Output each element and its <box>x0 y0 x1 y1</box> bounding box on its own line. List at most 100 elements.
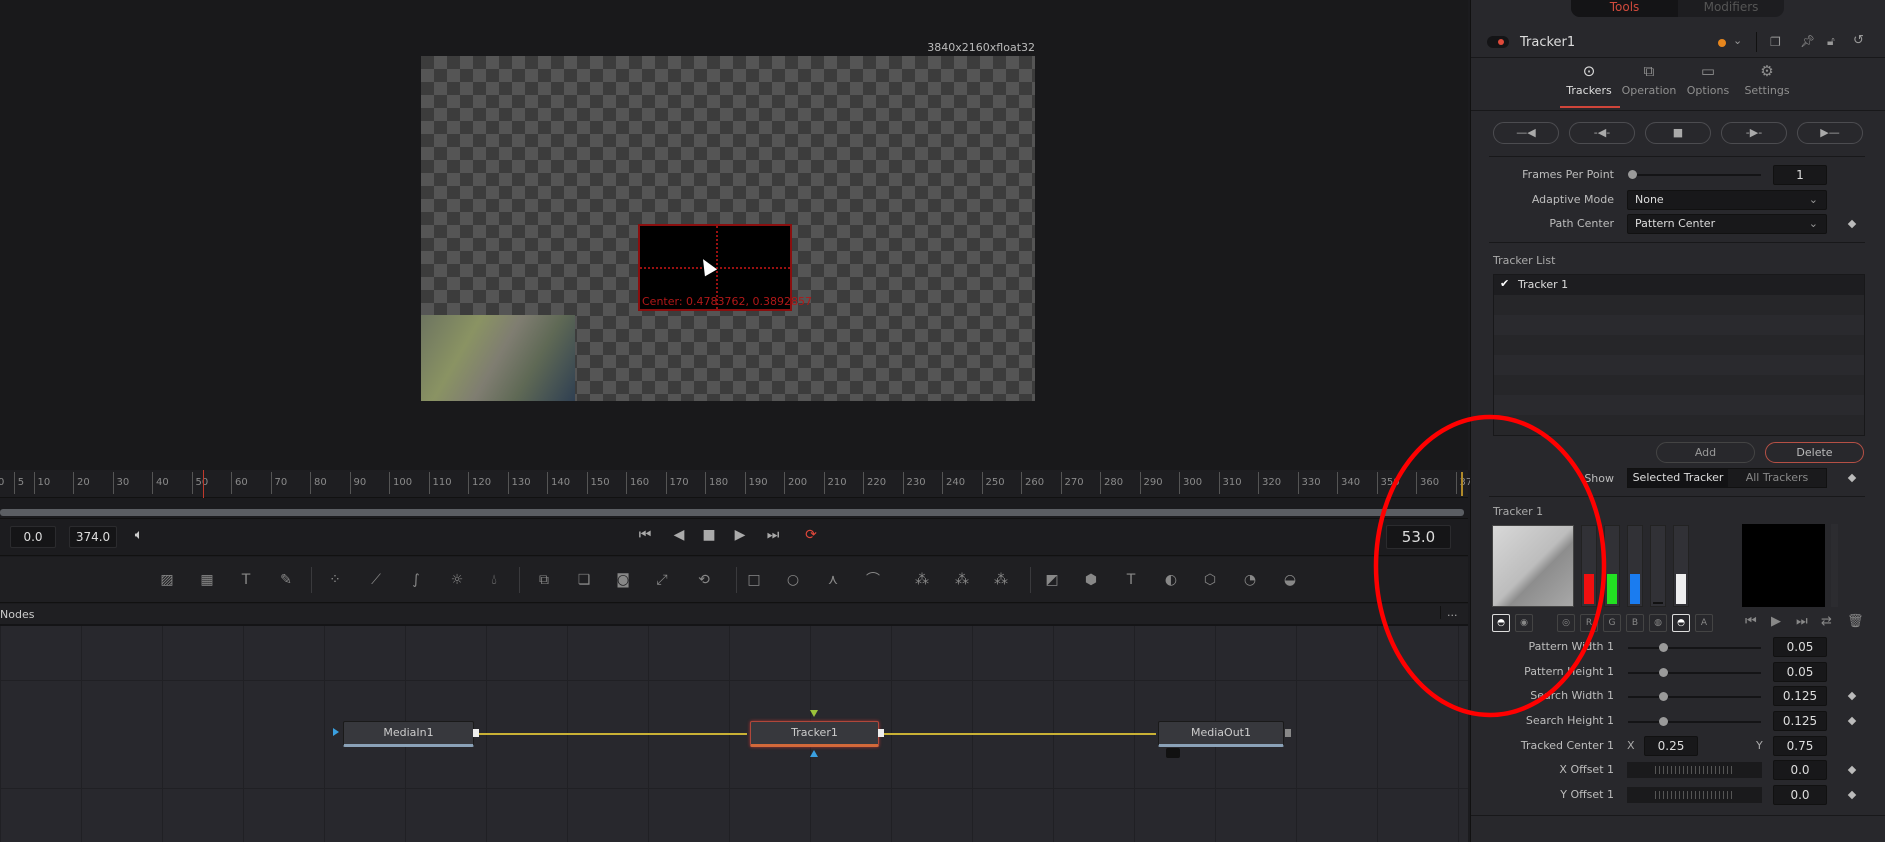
step-back-icon[interactable]: ⏮︎ <box>1745 614 1757 629</box>
track-reverse-button[interactable]: -◀- <box>1569 122 1635 144</box>
output-port[interactable] <box>878 729 884 737</box>
brightness-contrast-tool-icon[interactable]: ∫ <box>405 570 427 590</box>
fog3d-tool-icon[interactable]: ◒ <box>1279 570 1301 590</box>
tool-enable-toggle[interactable] <box>1487 36 1509 48</box>
keyframe-diamond-icon[interactable] <box>1847 790 1857 800</box>
step-forward-icon[interactable]: ⏭︎ <box>1796 614 1808 629</box>
node-mediaout1[interactable]: MediaOut1 <box>1158 721 1284 747</box>
search-height-field[interactable]: 0.125 <box>1773 711 1827 731</box>
reset-icon[interactable]: ↺ <box>1853 33 1864 48</box>
merge3d-tool-icon[interactable]: ⬢ <box>1080 570 1102 590</box>
shape3d-tool-icon[interactable]: ◩ <box>1041 570 1063 590</box>
resize-tool-icon[interactable]: ⟲ <box>693 570 715 590</box>
trash-icon[interactable]: 🗑︎ <box>1847 614 1864 629</box>
camera3d-tool-icon[interactable]: ⬡ <box>1199 570 1221 590</box>
pattern-width-slider[interactable] <box>1628 643 1761 652</box>
global-start-field[interactable]: 0.0 <box>10 526 56 548</box>
path-center-dropdown[interactable]: Pattern Center ⌄ <box>1627 214 1827 234</box>
search-height-slider[interactable] <box>1628 717 1761 726</box>
go-to-end-button[interactable]: ⏭︎ <box>761 527 785 543</box>
tab-tools[interactable]: Tools <box>1571 0 1678 17</box>
time-scrollbar[interactable] <box>0 509 1464 516</box>
adaptive-mode-dropdown[interactable]: None ⌄ <box>1627 190 1827 210</box>
channel-b-button[interactable]: B <box>1626 614 1644 632</box>
chevron-down-icon[interactable]: ⌄ <box>1733 34 1742 47</box>
keyframe-diamond-icon[interactable] <box>1847 765 1857 775</box>
play-button[interactable]: ▶ <box>728 527 752 543</box>
global-end-field[interactable]: 374.0 <box>69 526 117 548</box>
show-toggle[interactable]: Selected Tracker All Trackers <box>1627 468 1827 488</box>
transform-tool-icon[interactable]: ⤢ <box>651 570 673 590</box>
pin-icon[interactable]: 📌︎ <box>1800 34 1815 48</box>
tab-trackers[interactable]: ⊙ Trackers <box>1559 62 1619 97</box>
timeline-ruler[interactable]: 0 5 10 20 30 40 50 60 70 80 90 100 110 120 130 140 150 16… <box>0 470 1479 498</box>
keyframe-diamond-icon[interactable] <box>1847 716 1857 726</box>
merge-tool-icon[interactable]: ⧉ <box>533 570 555 590</box>
spotlight-tool-icon[interactable]: ◔ <box>1239 570 1261 590</box>
y-offset-thumbwheel[interactable] <box>1627 787 1762 803</box>
luma-view-button[interactable]: ◓ <box>1492 614 1510 632</box>
track-forward-button[interactable]: -▶- <box>1721 122 1787 144</box>
fast-noise-tool-icon[interactable]: ▦ <box>196 570 218 590</box>
luma-channel-button[interactable]: ◍ <box>1649 614 1667 632</box>
rgb-channel-button[interactable]: ◎ <box>1557 614 1575 632</box>
track-forward-from-start-button[interactable]: ▶— <box>1797 122 1863 144</box>
mask-input-icon[interactable] <box>810 710 818 717</box>
pattern-width-field[interactable]: 0.05 <box>1773 637 1827 657</box>
blur-tool-icon[interactable]: 💧︎ <box>483 570 505 590</box>
audio-icon[interactable]: 🔈︎ <box>127 527 151 543</box>
stop-tracking-button[interactable]: ■ <box>1645 122 1711 144</box>
playhead[interactable] <box>203 470 205 498</box>
delete-tracker-button[interactable]: Delete <box>1765 442 1864 463</box>
tracked-center-x-field[interactable]: 0.25 <box>1644 736 1698 756</box>
lock-icon[interactable]: 🔓︎ <box>1827 34 1835 49</box>
search-width-field[interactable]: 0.125 <box>1773 686 1827 706</box>
show-all-trackers[interactable]: All Trackers <box>1728 469 1826 487</box>
luminance-button[interactable]: ◓ <box>1672 614 1690 632</box>
ellipse-mask-tool-icon[interactable]: ○ <box>782 570 804 590</box>
color-curves-tool-icon[interactable]: ⟋ <box>365 570 387 590</box>
track-reverse-from-end-button[interactable]: —◀ <box>1493 122 1559 144</box>
color-corrector-tool-icon[interactable]: ☼ <box>446 570 468 590</box>
y-offset-field[interactable]: 0.0 <box>1773 785 1827 805</box>
frames-per-point-slider[interactable] <box>1628 170 1761 179</box>
foreground-input-icon[interactable] <box>810 750 818 757</box>
frames-per-point-field[interactable]: 1 <box>1773 165 1827 185</box>
search-width-slider[interactable] <box>1628 692 1761 701</box>
keyframe-diamond-icon[interactable] <box>1847 473 1857 483</box>
tracker-list[interactable]: ✔ Tracker 1 <box>1493 274 1865 436</box>
tracked-center-y-field[interactable]: 0.75 <box>1773 736 1827 756</box>
pattern-height-slider[interactable] <box>1628 668 1761 677</box>
play-icon[interactable]: ▶ <box>1771 614 1781 629</box>
stop-button[interactable]: ■ <box>697 527 721 543</box>
merge-alt-tool-icon[interactable]: ❏ <box>573 570 595 590</box>
pattern-height-field[interactable]: 0.05 <box>1773 662 1827 682</box>
node-editor[interactable]: MediaIn1 Tracker1 MediaOut1 <box>0 626 1468 842</box>
channel-r-button[interactable]: R <box>1580 614 1598 632</box>
bspline-mask-tool-icon[interactable]: ⌒ <box>862 570 884 590</box>
output-port[interactable] <box>473 729 479 737</box>
matte-control-tool-icon[interactable]: ◙ <box>612 570 634 590</box>
paint-tool-icon[interactable]: ✎ <box>275 570 297 590</box>
prender-tool-icon[interactable]: ⁂ <box>951 570 973 590</box>
step-back-button[interactable]: ◀ <box>667 527 691 543</box>
go-to-start-button[interactable]: ⏮︎ <box>633 527 657 543</box>
rectangle-mask-tool-icon[interactable]: □ <box>743 570 765 590</box>
color-view-button[interactable]: ◉ <box>1515 614 1533 632</box>
loop-icon[interactable]: ⇄ <box>1821 614 1832 629</box>
tab-options[interactable]: ▭ Options <box>1678 62 1738 97</box>
tab-operation[interactable]: ⧉ Operation <box>1619 62 1679 97</box>
viewer[interactable]: 3840x2160xfloat32 Center: 0.4783762, 0.3… <box>0 0 1468 470</box>
output-port[interactable] <box>1285 729 1291 737</box>
color-tag-icon[interactable] <box>1718 39 1726 47</box>
particles-tool-icon[interactable]: ⁘ <box>324 570 346 590</box>
x-offset-field[interactable]: 0.0 <box>1773 760 1827 780</box>
text3d-tool-icon[interactable]: T <box>1120 570 1142 590</box>
nodes-menu-button[interactable]: ... <box>1440 606 1458 619</box>
loop-button[interactable]: ⟳ <box>799 527 823 543</box>
x-offset-thumbwheel[interactable] <box>1627 762 1762 778</box>
renderer3d-tool-icon[interactable]: ◐ <box>1160 570 1182 590</box>
channel-a-button[interactable]: A <box>1695 614 1713 632</box>
list-item[interactable]: ✔ Tracker 1 <box>1494 275 1864 295</box>
keyframe-diamond-icon[interactable] <box>1847 219 1857 229</box>
